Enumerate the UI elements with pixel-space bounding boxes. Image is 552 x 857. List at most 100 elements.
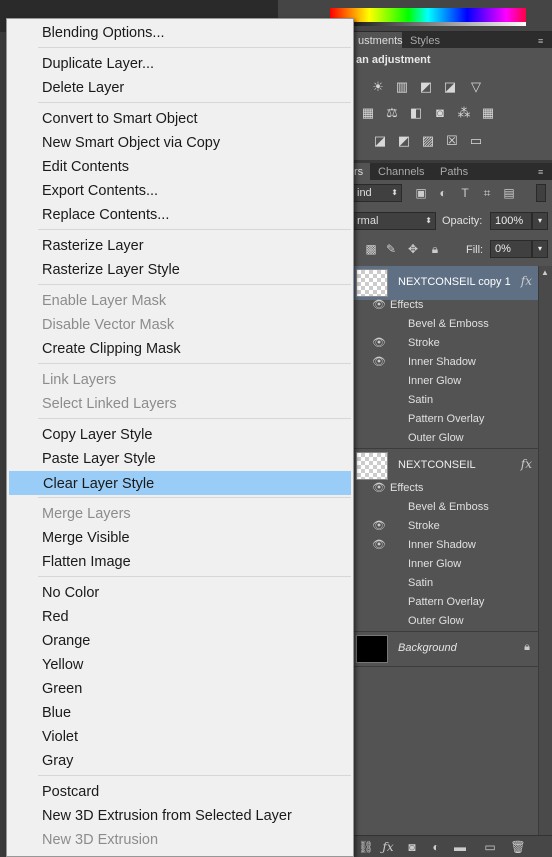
lock-all-icon[interactable]: 🔒︎ <box>428 242 442 256</box>
effect-item[interactable]: 👁︎ Inner Shadow <box>352 536 538 555</box>
hue-saturation-icon[interactable]: ▦ <box>360 106 376 120</box>
fx-icon[interactable]: fx <box>521 457 532 471</box>
effect-item[interactable]: 👁︎ Stroke <box>352 334 538 353</box>
fill-input[interactable]: 0% <box>490 240 532 258</box>
color-spectrum[interactable] <box>330 8 526 22</box>
visibility-eye-icon[interactable]: 👁︎ <box>372 536 386 555</box>
menu-item-violet[interactable]: Violet <box>9 725 351 749</box>
posterize-icon[interactable]: ◩ <box>396 134 412 148</box>
filter-toggle[interactable] <box>536 184 546 202</box>
menu-item-blue[interactable]: Blue <box>9 701 351 725</box>
menu-item-duplicate-layer[interactable]: Duplicate Layer... <box>9 52 351 76</box>
pixel-filter-icon[interactable]: ▣ <box>414 186 428 200</box>
black-white-icon[interactable]: ◧ <box>408 106 424 120</box>
menu-item-create-clipping-mask[interactable]: Create Clipping Mask <box>9 337 351 361</box>
menu-item-clear-layer-style[interactable]: Clear Layer Style <box>9 471 351 495</box>
effect-item[interactable]: Inner Glow <box>352 372 538 391</box>
fill-chevron-icon[interactable]: ▾ <box>532 240 548 258</box>
invert-icon[interactable]: ◪ <box>372 134 388 148</box>
layer-row[interactable]: NEXTCONSEIL fx <box>352 449 538 483</box>
layer-row[interactable]: NEXTCONSEIL copy 1 fx <box>352 266 538 300</box>
effect-item[interactable]: Pattern Overlay <box>352 593 538 612</box>
effects-group[interactable]: 👁︎ Effects <box>352 296 538 315</box>
selective-color-icon[interactable]: ☒ <box>444 134 460 148</box>
menu-item-flatten-image[interactable]: Flatten Image <box>9 550 351 574</box>
layers-scrollbar[interactable] <box>538 266 552 836</box>
menu-item-red[interactable]: Red <box>9 605 351 629</box>
tab-layers[interactable]: rs <box>352 163 370 181</box>
opacity-chevron-icon[interactable]: ▾ <box>532 212 548 230</box>
menu-item-convert-smart-object[interactable]: Convert to Smart Object <box>9 107 351 131</box>
effect-item[interactable]: 👁︎ Stroke <box>352 517 538 536</box>
visibility-eye-icon[interactable]: 👁︎ <box>372 517 386 536</box>
menu-item-postcard[interactable]: Postcard <box>9 780 351 804</box>
menu-item-merge-visible[interactable]: Merge Visible <box>9 526 351 550</box>
gradient-map-icon[interactable]: ▭ <box>468 134 484 148</box>
menu-item-gray[interactable]: Gray <box>9 749 351 773</box>
exposure-icon[interactable]: ◪ <box>442 80 458 94</box>
opacity-input[interactable]: 100% <box>490 212 532 230</box>
new-adjustment-icon[interactable]: ◐ <box>428 839 444 855</box>
blend-mode-dropdown[interactable]: rmal ⬍ <box>352 212 436 230</box>
photo-filter-icon[interactable]: ◙ <box>432 106 448 120</box>
vibrance-icon[interactable]: ▽ <box>468 80 484 94</box>
layers-panel-menu-icon[interactable]: ≡ <box>538 167 548 177</box>
menu-item-delete-layer[interactable]: Delete Layer <box>9 76 351 100</box>
kind-filter-dropdown[interactable]: ind ⬍ <box>352 184 402 202</box>
effect-item[interactable]: Bevel & Emboss <box>352 498 538 517</box>
color-balance-icon[interactable]: ⚖ <box>384 106 400 120</box>
tab-paths[interactable]: Paths <box>434 163 474 181</box>
menu-item-yellow[interactable]: Yellow <box>9 653 351 677</box>
add-mask-icon[interactable]: ◙ <box>404 839 420 855</box>
lock-transparent-icon[interactable]: ▩ <box>364 242 378 256</box>
effect-item[interactable]: Outer Glow <box>352 429 538 448</box>
lock-pixels-icon[interactable]: ✎ <box>384 242 398 256</box>
menu-item-new-3d-extrusion-selected[interactable]: New 3D Extrusion from Selected Layer <box>9 804 351 828</box>
effect-item[interactable]: 👁︎ Inner Shadow <box>352 353 538 372</box>
menu-item-rasterize-layer[interactable]: Rasterize Layer <box>9 234 351 258</box>
shape-filter-icon[interactable]: ⌗ <box>480 186 494 200</box>
effect-item[interactable]: Pattern Overlay <box>352 410 538 429</box>
trash-icon[interactable]: 🗑︎ <box>510 839 526 855</box>
color-lookup-icon[interactable]: ▦ <box>480 106 496 120</box>
layer-row[interactable]: Background 🔒︎ <box>352 632 538 666</box>
menu-item-copy-layer-style[interactable]: Copy Layer Style <box>9 423 351 447</box>
type-filter-icon[interactable]: T <box>458 186 472 200</box>
visibility-eye-icon[interactable]: 👁︎ <box>372 479 386 498</box>
effect-item[interactable]: Satin <box>352 574 538 593</box>
effect-item[interactable]: Outer Glow <box>352 612 538 631</box>
new-layer-icon[interactable]: ▭ <box>482 839 498 855</box>
visibility-eye-icon[interactable]: 👁︎ <box>372 334 386 353</box>
menu-item-paste-layer-style[interactable]: Paste Layer Style <box>9 447 351 471</box>
menu-item-orange[interactable]: Orange <box>9 629 351 653</box>
panel-menu-icon[interactable]: ≡ <box>538 36 548 46</box>
effect-item[interactable]: Satin <box>352 391 538 410</box>
smart-object-filter-icon[interactable]: ▤ <box>502 186 516 200</box>
effect-item[interactable]: Inner Glow <box>352 555 538 574</box>
menu-item-rasterize-layer-style[interactable]: Rasterize Layer Style <box>9 258 351 282</box>
menu-item-export-contents[interactable]: Export Contents... <box>9 179 351 203</box>
levels-icon[interactable]: ▥ <box>394 80 410 94</box>
menu-item-new-smart-object-copy[interactable]: New Smart Object via Copy <box>9 131 351 155</box>
menu-item-blending-options[interactable]: Blending Options... <box>9 21 351 45</box>
menu-item-green[interactable]: Green <box>9 677 351 701</box>
tab-channels[interactable]: Channels <box>372 163 430 181</box>
curves-icon[interactable]: ◩ <box>418 80 434 94</box>
effect-item[interactable]: Bevel & Emboss <box>352 315 538 334</box>
grayscale-ramp[interactable] <box>330 22 526 26</box>
fx-icon[interactable]: fx <box>521 274 532 288</box>
effects-group[interactable]: 👁︎ Effects <box>352 479 538 498</box>
visibility-eye-icon[interactable]: 👁︎ <box>372 296 386 315</box>
add-style-icon[interactable]: ƒx <box>380 839 396 855</box>
adjustment-filter-icon[interactable]: ◐ <box>436 186 450 200</box>
threshold-icon[interactable]: ▨ <box>420 134 436 148</box>
link-layers-icon[interactable]: ⛓ <box>358 839 374 855</box>
visibility-eye-icon[interactable]: 👁︎ <box>372 353 386 372</box>
brightness-icon[interactable]: ☀ <box>370 80 386 94</box>
lock-position-icon[interactable]: ✥ <box>406 242 420 256</box>
menu-item-edit-contents[interactable]: Edit Contents <box>9 155 351 179</box>
menu-item-replace-contents[interactable]: Replace Contents... <box>9 203 351 227</box>
channel-mixer-icon[interactable]: ⁂ <box>456 106 472 120</box>
scroll-up-icon[interactable]: ▲ <box>538 266 552 280</box>
menu-item-no-color[interactable]: No Color <box>9 581 351 605</box>
